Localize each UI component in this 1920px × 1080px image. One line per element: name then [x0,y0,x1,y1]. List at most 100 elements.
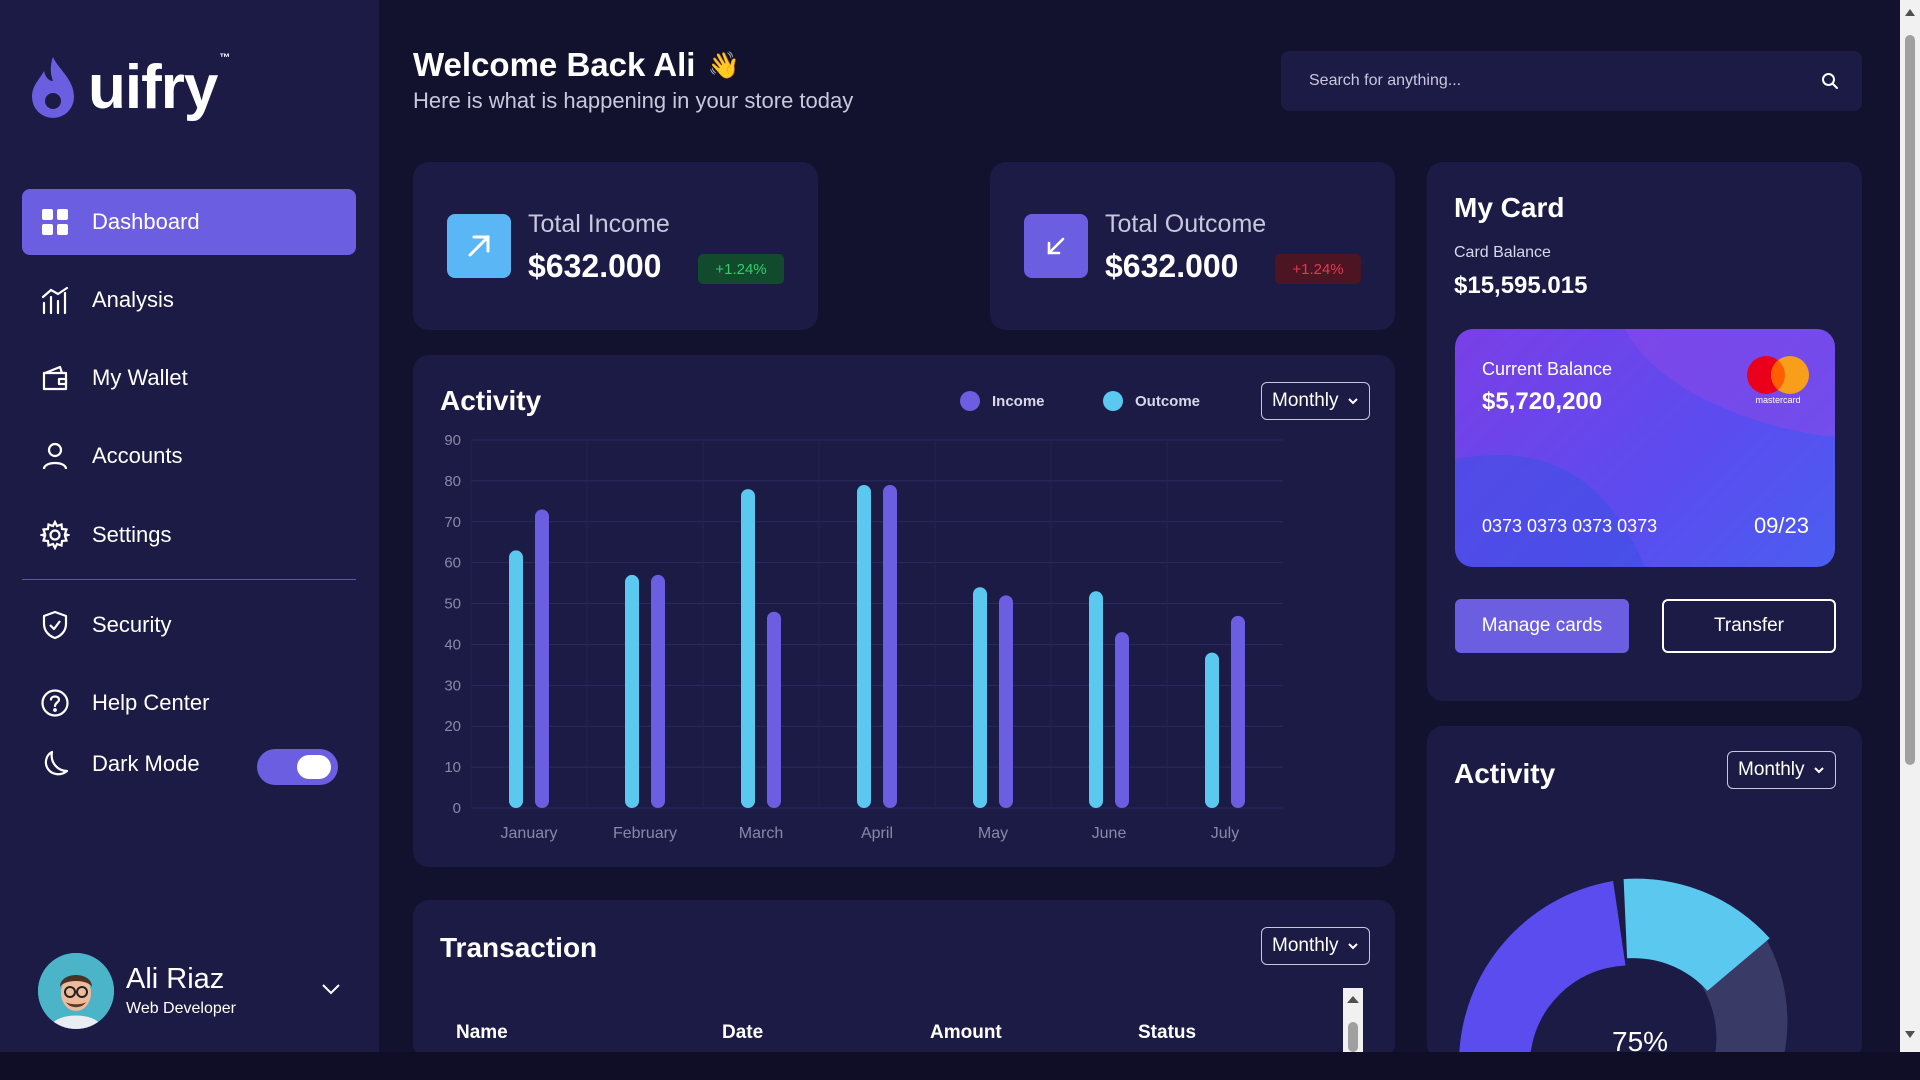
brand-tm: ™ [219,52,231,64]
transaction-period-select[interactable]: Monthly [1261,927,1370,965]
current-balance-label: Current Balance [1482,359,1613,379]
card-expiry: 09/23 [1753,513,1809,538]
search-input[interactable] [1309,72,1789,90]
brand-logo[interactable]: uifry ™ [28,52,231,121]
bar-income[interactable] [883,484,897,808]
sidebar-item-label: Accounts [92,443,183,468]
x-tick-label: May [978,825,1008,842]
x-tick-label: April [861,825,893,842]
activity-period-label: Monthly [1272,390,1339,411]
shield-icon [40,610,70,640]
profile-role: Web Developer [126,999,236,1017]
sidebar-item-label: Analysis [92,287,174,312]
scrollbar-thumb[interactable] [1905,35,1915,765]
current-balance-value: $5,720,200 [1482,388,1603,415]
y-tick-label: 60 [444,555,461,572]
transaction-scrollbar[interactable] [1343,988,1363,1052]
sidebar-item-security[interactable]: Security [22,592,356,658]
bar-outcome[interactable] [741,489,755,808]
wallet-icon [40,363,70,393]
card-number: 0373 0373 0373 0373 [1482,516,1658,536]
manage-cards-button[interactable]: Manage cards [1455,599,1629,653]
scroll-down-icon[interactable] [1904,1030,1916,1040]
outcome-label: Total Outcome [1105,210,1267,238]
bar-income[interactable] [535,509,549,808]
sidebar-item-accounts[interactable]: Accounts [22,423,356,489]
card-balance-value: $15,595.015 [1454,272,1588,299]
y-tick-label: 90 [444,432,461,449]
user-profile[interactable]: Ali Riaz Web Developer [38,950,348,1032]
transaction-panel: Transaction Monthly [413,900,1395,1060]
dark-mode-toggle[interactable] [257,749,338,785]
x-tick-label: February [613,825,677,842]
bar-income[interactable] [651,574,665,808]
flame-icon [32,57,74,118]
gear-icon [40,520,70,550]
analysis-icon [40,285,70,315]
bar-outcome[interactable] [1089,591,1103,808]
mastercard-icon [1747,356,1809,394]
activity-donut-panel: Activity Monthly 75% [1427,726,1862,1060]
search-icon[interactable] [1820,71,1840,91]
transaction-period-label: Monthly [1272,935,1339,956]
activity-title: Activity [440,385,542,416]
y-tick-label: 0 [453,800,461,817]
sidebar-item-wallet[interactable]: My Wallet [22,345,356,411]
bar-outcome[interactable] [625,574,639,808]
bar-outcome[interactable] [1205,652,1219,808]
welcome-text: Welcome Back Ali [413,46,696,83]
sidebar-item-settings[interactable]: Settings [22,502,356,568]
mastercard-logo: mastercard [1745,355,1811,409]
y-tick-label: 20 [444,718,461,735]
page-scrollbar[interactable] [1900,0,1920,1058]
scrollbar-thumb[interactable] [1348,1022,1358,1052]
help-icon [40,688,70,718]
legend-income-label: Income [992,392,1045,410]
outcome-value: $632.000 [1105,248,1239,284]
column-header-date[interactable]: Date [722,1022,763,1044]
column-header-name[interactable]: Name [456,1022,508,1044]
bar-income[interactable] [767,611,781,808]
column-header-amount[interactable]: Amount [930,1022,1002,1044]
bar-outcome[interactable] [509,550,523,808]
transfer-button[interactable]: Transfer [1662,599,1836,653]
scroll-up-icon[interactable] [1346,994,1360,1004]
my-card-title: My Card [1454,192,1565,223]
profile-name: Ali Riaz [126,963,225,996]
bottom-bar [0,1052,1920,1080]
activity-bar-chart: 0 10 20 30 40 50 60 70 80 90 January February March A… [444,432,1283,842]
bar-income[interactable] [1115,632,1129,808]
sidebar-item-analysis[interactable]: Analysis [22,267,356,333]
welcome-heading: Welcome Back Ali 👋 [413,46,740,84]
donut-segment-purple [1459,881,1626,1060]
column-header-status[interactable]: Status [1138,1022,1196,1044]
moon-icon [40,749,70,779]
income-label: Total Income [528,210,670,238]
activity-period-select[interactable]: Monthly [1261,382,1370,420]
income-change-badge: +1.24% [698,254,784,284]
chevron-down-icon[interactable] [320,978,342,1000]
sidebar-item-label: Security [92,612,172,637]
bar-outcome[interactable] [857,484,871,808]
sidebar-item-label: Settings [92,522,172,547]
y-tick-label: 70 [444,514,461,531]
sidebar-item-help-center[interactable]: Help Center [22,670,356,736]
user-icon [40,441,70,471]
bar-income[interactable] [1231,615,1245,808]
grid-icon [40,207,70,237]
y-tick-label: 40 [444,636,461,653]
x-tick-label: July [1211,825,1239,842]
sidebar-item-dashboard[interactable]: Dashboard [22,189,356,255]
x-tick-label: January [501,825,558,842]
bar-income[interactable] [999,595,1013,808]
donut-chart [1459,878,1788,1060]
bar-outcome[interactable] [973,587,987,808]
legend-dot [1103,391,1123,411]
credit-card[interactable]: Current Balance $5,720,200 mastercard 03… [1455,329,1835,567]
scroll-up-icon[interactable] [1904,7,1916,17]
mastercard-text: mastercard [1755,395,1801,405]
arrow-down-left-icon [1024,214,1088,278]
search-bar [1281,51,1862,111]
total-income-card: Total Income $632.000 +1.24% [413,162,818,330]
x-tick-label: March [739,825,783,842]
